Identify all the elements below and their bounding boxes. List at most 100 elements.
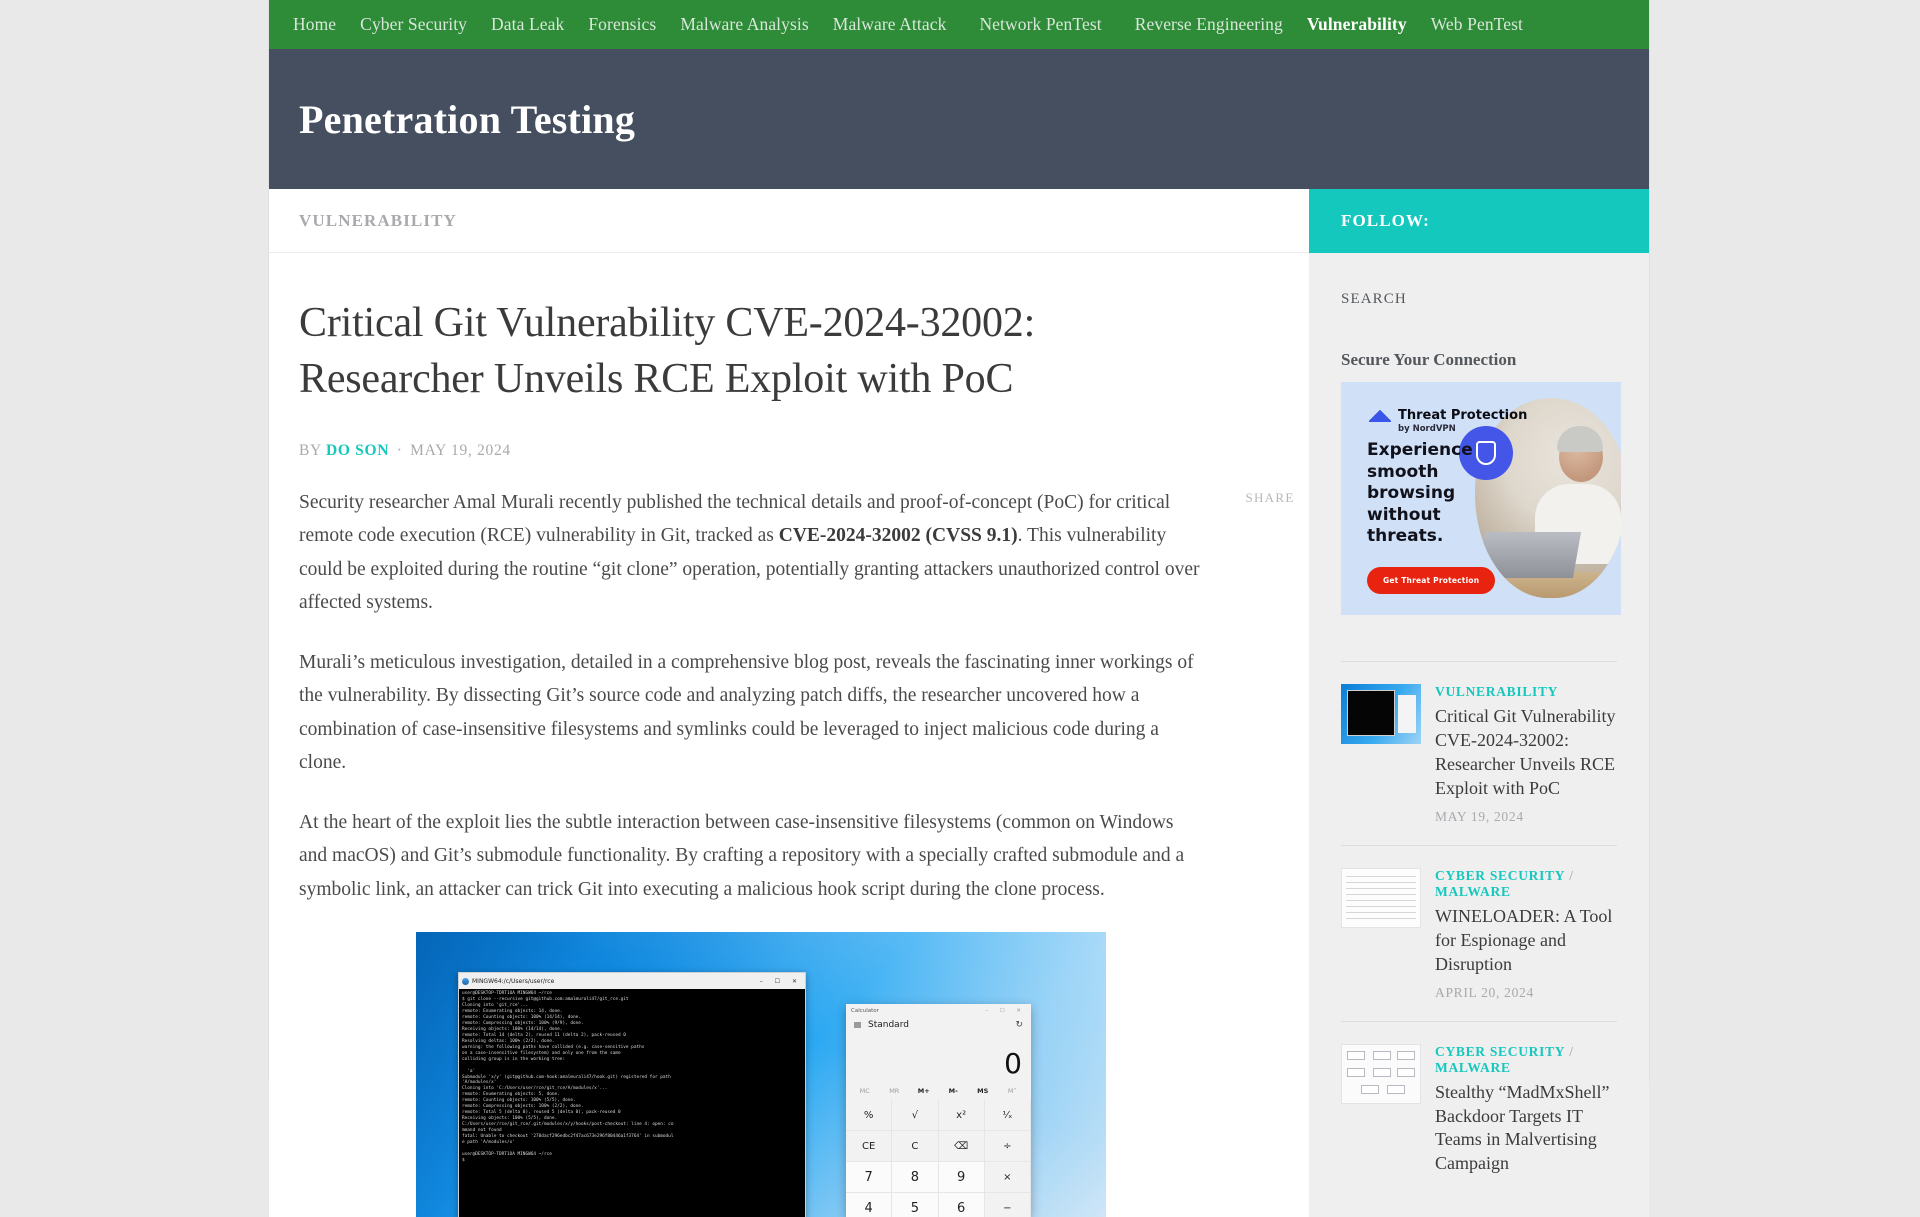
hamburger-icon[interactable] — [854, 1022, 861, 1029]
article-image: MINGW64:/c/Users/user/rce – ☐ ✕ user@DES… — [416, 932, 1106, 1217]
post-thumbnail — [1341, 1043, 1421, 1104]
breadcrumb-category[interactable]: VULNERABILITY — [299, 211, 457, 231]
nav-item-vulnerability[interactable]: Vulnerability — [1295, 0, 1419, 49]
post-text: CYBER SECURITY / MALWARE Stealthy “MadMx… — [1435, 1044, 1617, 1177]
terminal-titlebar: MINGW64:/c/Users/user/rce – ☐ ✕ — [459, 973, 805, 990]
content-column: VULNERABILITY Critical Git Vulnerability… — [269, 189, 1309, 1217]
share-label[interactable]: SHARE — [1235, 490, 1305, 506]
terminal-title: MINGW64:/c/Users/user/rce — [472, 977, 555, 985]
follow-widget-header: FOLLOW: — [1309, 189, 1649, 253]
article-paragraph-2: Murali’s meticulous investigation, detai… — [299, 651, 1194, 774]
sidebar: FOLLOW: SEARCH Secure Your Connection Th… — [1309, 189, 1649, 1217]
calc-key-sqrt[interactable]: √ — [892, 1100, 939, 1132]
calculator-titlebar: Calculator – ☐ ✕ — [846, 1004, 1031, 1018]
article: Critical Git Vulnerability CVE-2024-3200… — [269, 253, 1309, 1217]
calc-key-m-minus[interactable]: M- — [939, 1087, 969, 1095]
calc-key-mr[interactable]: MR — [880, 1087, 910, 1095]
calc-key-mc[interactable]: MC — [850, 1087, 880, 1095]
byline-by-label: BY — [299, 441, 322, 459]
post-category[interactable]: VULNERABILITY — [1435, 684, 1617, 700]
calc-key-ce[interactable]: CE — [846, 1131, 893, 1163]
post-date: MAY 19, 2024 — [1435, 808, 1524, 824]
page-root: Home Cyber Security Data Leak Forensics … — [0, 0, 1920, 1217]
post-category-secondary[interactable]: MALWARE — [1435, 884, 1511, 899]
calc-key-m-plus[interactable]: M+ — [909, 1087, 939, 1095]
site-container: Home Cyber Security Data Leak Forensics … — [269, 0, 1649, 1217]
cve-identifier: CVE-2024-32002 (CVSS 9.1) — [778, 525, 1018, 547]
post-category-primary[interactable]: CYBER SECURITY — [1435, 1044, 1565, 1059]
calc-key-7[interactable]: 7 — [846, 1162, 893, 1194]
post-thumbnail — [1341, 684, 1421, 744]
calc-key-subtract[interactable]: − — [984, 1193, 1031, 1217]
calculator-keypad: % √ x² ⅟ₓ CE C ⌫ ÷ 7 8 9 × 4 5 6 − — [846, 1100, 1031, 1217]
nordvpn-ad[interactable]: Threat Protection by NordVPN Experience … — [1341, 382, 1621, 615]
post-category-primary[interactable]: CYBER SECURITY — [1435, 868, 1565, 883]
calculator-mode-label: Standard — [868, 1020, 909, 1031]
calc-key-percent[interactable]: % — [846, 1100, 893, 1132]
history-icon[interactable]: ↻ — [1015, 1020, 1023, 1030]
nordvpn-logo-icon — [1369, 404, 1391, 422]
nav-item-malware-attack[interactable]: Malware Attack — [821, 0, 959, 49]
list-item[interactable]: VULNERABILITY Critical Git Vulnerability… — [1341, 662, 1617, 846]
nav-item-network-pentest[interactable]: Network PenTest — [958, 0, 1122, 49]
calculator-mode-row: Standard ↻ — [846, 1018, 1031, 1030]
site-title: Penetration Testing — [299, 96, 636, 142]
calc-key-6[interactable]: 6 — [938, 1193, 985, 1217]
calc-key-divide[interactable]: ÷ — [984, 1131, 1031, 1163]
page-title: Critical Git Vulnerability CVE-2024-3200… — [299, 300, 1036, 403]
byline-date: MAY 19, 2024 — [410, 441, 511, 459]
post-title[interactable]: Stealthy “MadMxShell” Backdoor Targets I… — [1435, 1081, 1617, 1177]
ad-cta-button[interactable]: Get Threat Protection — [1367, 567, 1496, 594]
search-label[interactable]: SEARCH — [1341, 253, 1617, 308]
post-category-slash: / — [1565, 1043, 1574, 1059]
post-category-secondary[interactable]: MALWARE — [1435, 1060, 1511, 1075]
post-category-slash: / — [1565, 867, 1574, 883]
calc-key-ms[interactable]: MS — [968, 1087, 998, 1095]
terminal-window-controls[interactable]: – ☐ ✕ — [760, 978, 802, 985]
list-item[interactable]: CYBER SECURITY / MALWARE Stealthy “MadMx… — [1341, 1022, 1617, 1197]
calc-key-c[interactable]: C — [892, 1131, 939, 1163]
ad-widget-title: Secure Your Connection — [1341, 350, 1517, 369]
terminal-app-icon — [462, 977, 469, 985]
nav-item-cyber-security[interactable]: Cyber Security — [348, 0, 479, 49]
terminal-window: MINGW64:/c/Users/user/rce – ☐ ✕ user@DES… — [458, 972, 806, 1217]
post-category[interactable]: CYBER SECURITY / MALWARE — [1435, 868, 1617, 900]
calculator-window-controls[interactable]: – ☐ ✕ — [985, 1008, 1026, 1014]
calculator-title: Calculator — [851, 1008, 879, 1015]
ad-logo-row: Threat Protection by NordVPN — [1369, 404, 1527, 434]
post-title[interactable]: Critical Git Vulnerability CVE-2024-3200… — [1435, 705, 1617, 801]
list-item[interactable]: CYBER SECURITY / MALWARE WINELOADER: A T… — [1341, 846, 1617, 1022]
nav-item-web-pentest[interactable]: Web PenTest — [1419, 0, 1535, 49]
article-byline: BY DO SON · MAY 19, 2024 — [299, 442, 1223, 460]
nav-item-reverse-engineering[interactable]: Reverse Engineering — [1123, 0, 1295, 49]
share-rail: SHARE — [1235, 490, 1305, 506]
calc-key-9[interactable]: 9 — [938, 1162, 985, 1194]
nav-item-home[interactable]: Home — [281, 0, 348, 49]
site-header-banner: Penetration Testing — [269, 49, 1649, 189]
post-title[interactable]: WINELOADER: A Tool for Espionage and Dis… — [1435, 905, 1617, 977]
nav-item-malware-analysis[interactable]: Malware Analysis — [668, 0, 820, 49]
calc-key-multiply[interactable]: × — [984, 1162, 1031, 1194]
article-figure: MINGW64:/c/Users/user/rce – ☐ ✕ user@DES… — [299, 932, 1223, 1217]
calculator-window: Calculator – ☐ ✕ Standard ↻ 0 MC MR M+ M… — [846, 1004, 1031, 1217]
calc-key-reciprocal[interactable]: ⅟ₓ — [984, 1100, 1031, 1132]
calc-key-backspace[interactable]: ⌫ — [938, 1131, 985, 1163]
post-category[interactable]: CYBER SECURITY / MALWARE — [1435, 1044, 1617, 1076]
post-thumbnail — [1341, 867, 1421, 928]
calc-key-m-list[interactable]: M˅ — [998, 1087, 1028, 1095]
calc-key-8[interactable]: 8 — [892, 1162, 939, 1194]
post-date: APRIL 20, 2024 — [1435, 984, 1534, 1000]
calc-key-square[interactable]: x² — [938, 1100, 985, 1132]
post-text: VULNERABILITY Critical Git Vulnerability… — [1435, 684, 1617, 825]
nav-item-forensics[interactable]: Forensics — [576, 0, 668, 49]
byline-separator: · — [396, 441, 403, 459]
calculator-memory-row: MC MR M+ M- MS M˅ — [846, 1082, 1031, 1100]
nav-item-data-leak[interactable]: Data Leak — [479, 0, 576, 49]
calc-key-5[interactable]: 5 — [892, 1193, 939, 1217]
main-columns: VULNERABILITY Critical Git Vulnerability… — [269, 189, 1649, 1217]
ad-headline: Experience smooth browsing without threa… — [1367, 440, 1473, 547]
calc-key-4[interactable]: 4 — [846, 1193, 893, 1217]
follow-label: FOLLOW: — [1341, 211, 1430, 230]
byline-author[interactable]: DO SON — [326, 442, 389, 459]
primary-navigation: Home Cyber Security Data Leak Forensics … — [269, 0, 1649, 49]
